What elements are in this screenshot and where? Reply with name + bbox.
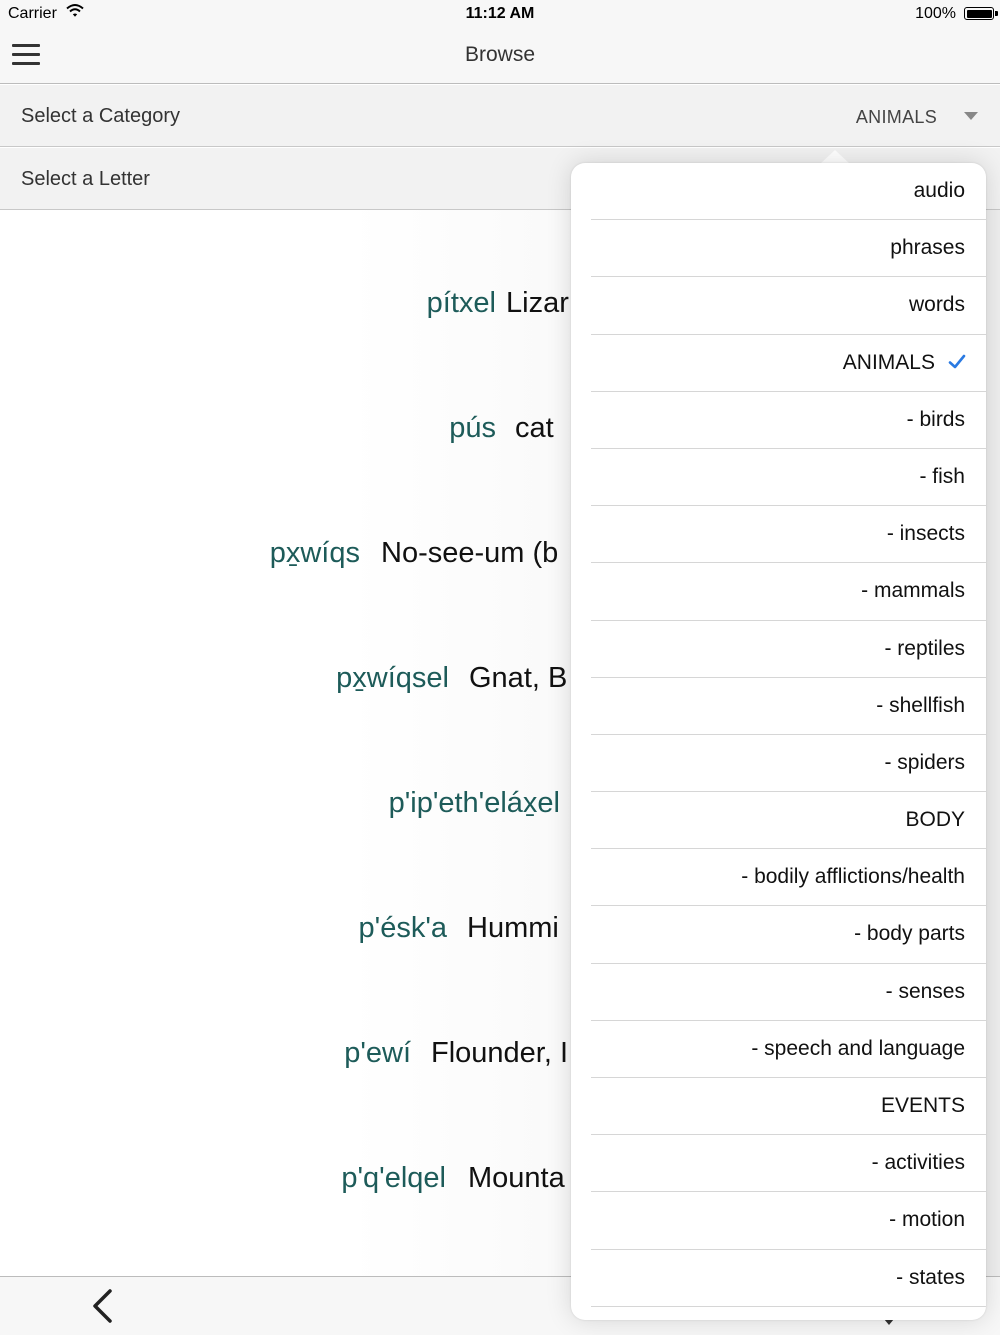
native-word: px̱wíqsel (336, 662, 449, 694)
menu-item-label: EVENTS (880, 1094, 965, 1117)
menu-item-body[interactable]: BODY (591, 792, 986, 850)
menu-item-label: - senses (885, 979, 965, 1003)
menu-item-reptiles[interactable]: - reptiles (591, 621, 986, 678)
menu-item-label: - reptiles (884, 636, 965, 660)
menu-item-insects[interactable]: - insects (591, 506, 986, 564)
english-translation: Flounder, I (431, 1037, 569, 1069)
native-word: p'ésk'a (358, 912, 447, 944)
chevron-left-icon[interactable] (88, 1289, 118, 1323)
battery-percent: 100% (915, 5, 956, 22)
menu-item-senses[interactable]: - senses (591, 964, 986, 1021)
menu-item-motion[interactable]: - motion (591, 1192, 986, 1250)
english-translation: Hummi (467, 912, 559, 944)
menu-item-phrases[interactable]: phrases (591, 220, 986, 278)
menu-item-label: - activities (871, 1151, 965, 1175)
menu-item-activities[interactable]: - activities (591, 1135, 986, 1193)
category-selector[interactable]: Select a Category ANIMALS (0, 85, 1000, 147)
dropdown-caret-icon[interactable] (964, 112, 978, 120)
category-label: Select a Category (21, 105, 180, 127)
menu-item-shellfish[interactable]: - shellfish (591, 678, 986, 735)
menu-item-body-parts[interactable]: - body parts (591, 906, 986, 964)
letter-label: Select a Letter (21, 168, 150, 190)
menu-item-label: - body parts (854, 922, 965, 946)
native-word: pús (449, 412, 496, 444)
clock: 11:12 AM (465, 5, 535, 22)
menu-item-label: words (908, 293, 965, 317)
menu-item-words[interactable]: words (591, 277, 986, 335)
menu-item-animals[interactable]: ANIMALS (591, 335, 986, 392)
menu-item-label: - motion (889, 1208, 965, 1232)
menu-item-label: - speech and language (751, 1036, 965, 1060)
menu-item-label: audio (913, 179, 965, 202)
english-translation: cat (515, 412, 554, 444)
english-translation: No-see-um (b (381, 537, 559, 569)
native-word: px̱wíqs (269, 537, 360, 569)
native-word: p'ewí (344, 1037, 411, 1069)
menu-item-label: - insects (886, 522, 965, 546)
menu-item-label: phrases (890, 236, 965, 260)
popover-arrow (820, 150, 850, 164)
native-word: p'ip'eth'eláx̱el (388, 787, 560, 819)
menu-item-label: - birds (906, 407, 965, 431)
menu-item-label: - shellfish (876, 693, 965, 717)
menu-item-label: - states (896, 1265, 965, 1289)
menu-item-states[interactable]: - states (591, 1250, 986, 1307)
menu-item-fish[interactable]: - fish (591, 449, 986, 507)
menu-item-mammals[interactable]: - mammals (591, 563, 986, 621)
menu-item-label: ANIMALS (842, 350, 935, 374)
menu-item-spiders[interactable]: - spiders (591, 735, 986, 793)
english-translation: Mounta (468, 1162, 565, 1194)
page-title: Browse (464, 43, 536, 66)
menu-item-bodily-afflictions[interactable]: - bodily afflictions/health (591, 849, 986, 907)
english-translation: Lizar (506, 287, 569, 319)
menu-item-label: - spiders (884, 750, 965, 774)
menu-item-birds[interactable]: - birds (591, 392, 986, 449)
native-word: pítxel (426, 287, 496, 319)
menu-item-audio[interactable]: audio (591, 163, 986, 221)
category-menu-list: audio phrases words ANIMALS - birds - fi… (571, 163, 986, 1307)
battery-icon (964, 7, 998, 20)
native-word: p'q'elqel (341, 1162, 446, 1194)
category-popover: audio phrases words ANIMALS - birds - fi… (571, 163, 986, 1320)
menu-item-label: - fish (919, 464, 965, 488)
navigation-bar: Browse (0, 28, 1000, 84)
checkmark-icon (948, 353, 966, 371)
english-translation: Gnat, B (469, 662, 568, 694)
menu-item-label: BODY (905, 808, 965, 832)
menu-item-events[interactable]: EVENTS (591, 1078, 986, 1136)
category-value[interactable]: ANIMALS (856, 107, 937, 128)
menu-item-label: - mammals (861, 579, 965, 603)
menu-item-speech-language[interactable]: - speech and language (591, 1021, 986, 1078)
status-bar: Carrier 11:12 AM 100% (0, 0, 1000, 28)
menu-item-label: - bodily afflictions/health (741, 865, 965, 889)
